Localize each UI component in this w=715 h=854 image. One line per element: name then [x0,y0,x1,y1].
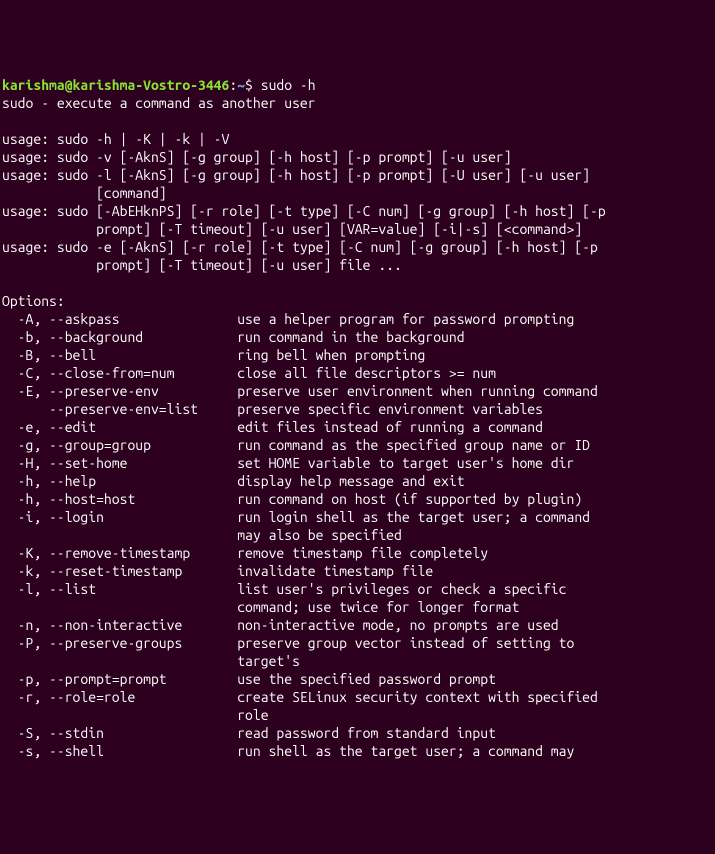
option-flag: -b, --background [2,329,237,345]
option-flag: -E, --preserve-env [2,383,237,399]
option-flag: -H, --set-home [2,455,237,471]
option-flag: -K, --remove-timestamp [2,545,237,561]
option-desc: close all file descriptors >= num [237,365,496,381]
option-flag: -p, --prompt=prompt [2,671,237,687]
summary-line: sudo - execute a command as another user [2,95,316,111]
option-flag: -B, --bell [2,347,237,363]
option-desc: read password from standard input [237,725,496,741]
option-desc: run command in the background [237,329,464,345]
option-flag: -A, --askpass [2,311,237,327]
option-flag [2,599,237,615]
option-flag: -l, --list [2,581,237,597]
option-flag: -s, --shell [2,743,237,759]
option-flag [2,527,237,543]
option-flag: -h, --help [2,473,237,489]
options-header: Options: [2,293,65,309]
option-desc: role [237,707,268,723]
usage-line: usage: sudo [-AbEHknPS] [-r role] [-t ty… [2,203,606,219]
option-desc: may also be specified [237,527,402,543]
option-desc: ring bell when prompting [237,347,425,363]
option-flag: -r, --role=role [2,689,237,705]
options-list: -A, --askpass use a helper program for p… [2,310,715,760]
option-desc: edit files instead of running a command [237,419,543,435]
option-desc: preserve group vector instead of setting… [237,635,574,651]
option-desc: set HOME variable to target user's home … [237,455,574,471]
option-desc: use the specified password prompt [237,671,496,687]
option-flag: --preserve-env=list [2,401,237,417]
option-flag: -P, --preserve-groups [2,635,237,651]
prompt-dollar: $ [245,77,261,93]
usage-line-cont: prompt] [-T timeout] [-u user] [VAR=valu… [2,221,582,237]
option-desc: run command as the specified group name … [237,437,590,453]
terminal[interactable]: karishma@karishma-Vostro-3446:~$ sudo -h… [2,76,715,760]
option-flag: -C, --close-from=num [2,365,237,381]
usage-line-cont: prompt] [-T timeout] [-u user] file ... [2,257,402,273]
option-flag: -g, --group=group [2,437,237,453]
prompt-path: ~ [237,77,245,93]
option-desc: run command on host (if supported by plu… [237,491,582,507]
option-desc: preserve user environment when running c… [237,383,598,399]
option-desc: run login shell as the target user; a co… [237,509,590,525]
command-text: sudo -h [261,77,316,93]
option-desc: display help message and exit [237,473,464,489]
option-flag [2,707,237,723]
option-desc: preserve specific environment variables [237,401,543,417]
option-desc: use a helper program for password prompt… [237,311,574,327]
option-flag [2,653,237,669]
option-desc: invalidate timestamp file [237,563,433,579]
option-desc: command; use twice for longer format [237,599,519,615]
prompt-user: karishma@karishma-Vostro-3446 [2,77,229,93]
usage-line: usage: sudo -h | -K | -k | -V [2,131,229,147]
option-desc: remove timestamp file completely [237,545,488,561]
option-desc: target's [237,653,300,669]
usage-line: usage: sudo -l [-AknS] [-g group] [-h ho… [2,167,590,183]
option-flag: -k, --reset-timestamp [2,563,237,579]
option-desc: list user's privileges or check a specif… [237,581,566,597]
usage-line: usage: sudo -e [-AknS] [-r role] [-t typ… [2,239,598,255]
option-desc: non-interactive mode, no prompts are use… [237,617,558,633]
option-flag: -i, --login [2,509,237,525]
option-flag: -h, --host=host [2,491,237,507]
option-flag: -e, --edit [2,419,237,435]
usage-line: usage: sudo -v [-AknS] [-g group] [-h ho… [2,149,512,165]
usage-line-cont: [command] [2,185,167,201]
option-desc: run shell as the target user; a command … [237,743,574,759]
option-desc: create SELinux security context with spe… [237,689,598,705]
option-flag: -n, --non-interactive [2,617,237,633]
option-flag: -S, --stdin [2,725,237,741]
